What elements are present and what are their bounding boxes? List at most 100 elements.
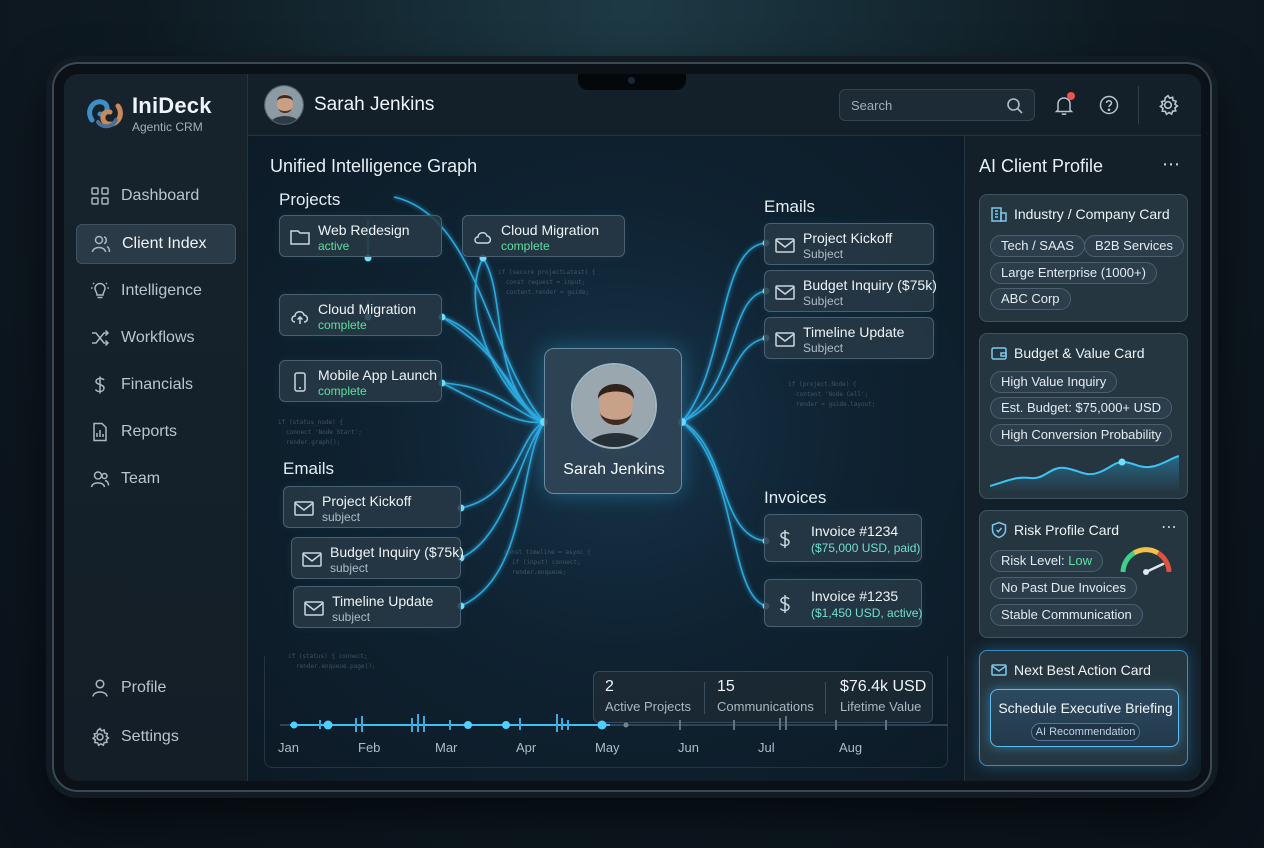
timeline-month: Jul [758,740,775,755]
schedule-briefing-button[interactable]: Schedule Executive Briefing AI Recommend… [990,689,1179,747]
svg-text:connect 'Node Start';: connect 'Node Start'; [286,429,362,436]
sidebar-item-workflows[interactable]: Workflows [76,318,236,358]
client-center-node[interactable]: Sarah Jenkins [544,348,682,494]
project-status: complete [501,239,550,253]
avatar-photo [573,365,655,447]
budget-card[interactable]: Budget & Value Card High Value Inquiry E… [979,333,1188,499]
sidebar-item-label: Intelligence [121,282,202,299]
card-header: Budget & Value Card [990,344,1145,362]
user-icon [92,679,108,697]
invoice-node[interactable]: Invoice #1234 ($75,000 USD, paid) [764,514,922,562]
email-node[interactable]: Budget Inquiry ($75k) subject [291,537,464,579]
invoice-node[interactable]: Invoice #1235 ($1,450 USD, active) [764,579,922,627]
email-node[interactable]: Project Kickoff subject [283,486,461,528]
project-node[interactable]: Mobile App Launch complete [279,360,442,402]
action-label: Schedule Executive Briefing [998,700,1173,716]
sidebar-item-profile[interactable]: Profile [76,668,236,708]
sidebar-item-label: Reports [121,423,178,440]
svg-text:if (project.Node) {: if (project.Node) { [788,381,857,388]
search-input[interactable]: Search [839,89,1035,121]
email-subtitle: Subject [803,247,844,261]
settings-button[interactable] [1157,94,1179,116]
ai-client-profile-panel: AI Client Profile ⋯ Industry / Company C… [964,136,1201,781]
building-icon [991,207,1007,222]
sidebar-item-settings[interactable]: Settings [76,717,236,757]
card-header: Risk Profile Card [990,521,1119,539]
risk-level-label: Risk Level: [1001,553,1069,568]
email-title: Timeline Update [803,324,905,340]
sidebar: IniDeck Agentic CRM Dashboard Client Ind… [64,74,248,781]
avatar[interactable] [264,85,304,125]
activity-timeline[interactable]: Jan Feb Mar Apr May Jun Jul Aug [278,696,948,766]
help-button[interactable] [1098,94,1120,116]
risk-level-value: Low [1068,553,1093,568]
project-status: complete [318,318,367,332]
logo-icon [87,99,123,129]
sidebar-item-label: Client Index [122,235,207,252]
email-node[interactable]: Project Kickoff Subject [764,223,934,265]
invoice-subtitle: ($75,000 USD, paid) [811,541,921,555]
sidebar-item-label: Financials [121,376,194,393]
mail-icon [774,281,796,303]
avatar [571,363,657,449]
sidebar-item-intelligence[interactable]: Intelligence [76,271,236,311]
mobile-icon [289,371,311,393]
svg-text:if (input) connect;: if (input) connect; [512,559,581,566]
emails-right-label: Emails [764,197,816,216]
svg-text:content 'Node Cell';: content 'Node Cell'; [796,391,868,398]
notification-dot [1067,92,1075,100]
app-subtitle: Agentic CRM [132,119,203,134]
sidebar-item-reports[interactable]: Reports [76,412,236,452]
sidebar-item-dashboard[interactable]: Dashboard [76,176,236,216]
avatar-photo [265,86,303,124]
dollar-icon [774,528,796,550]
invoice-title: Invoice #1235 [811,588,899,604]
timeline-month: May [595,740,620,755]
email-subtitle: subject [332,610,371,624]
users-icon [91,235,111,253]
sidebar-item-financials[interactable]: Financials [76,365,236,405]
folder-icon [289,226,311,248]
notifications-button[interactable] [1053,92,1075,116]
project-node[interactable]: Web Redesign active [279,215,442,257]
risk-card[interactable]: Risk Profile Card ⋯ Risk Level: Low No P… [979,510,1188,638]
risk-gauge-icon [1120,547,1172,575]
card-header: Industry / Company Card [990,205,1170,223]
emails-left-label: Emails [283,459,335,478]
sidebar-item-team[interactable]: Team [76,459,236,499]
industry-chip: ABC Corp [990,288,1071,310]
project-node[interactable]: Cloud Migration complete [462,215,625,257]
email-node[interactable]: Timeline Update subject [293,586,461,628]
mail-icon [301,548,323,570]
card-title: Next Best Action Card [1014,662,1151,678]
svg-text:render.graph();: render.graph(); [286,439,340,446]
help-icon [1099,95,1119,115]
card-title: Budget & Value Card [1014,345,1145,361]
email-subtitle: subject [322,510,361,524]
svg-text:const timeline = async {: const timeline = async { [504,549,591,556]
cloud-icon [472,226,494,248]
intelligence-graph: Unified Intelligence Graph if (secure pr… [248,136,964,781]
more-options-button[interactable]: ⋯ [1161,517,1177,537]
project-title: Mobile App Launch [318,367,438,383]
timeline-month: Mar [435,740,458,755]
svg-text:if (status_node) {: if (status_node) { [278,419,343,426]
cloud-upload-icon [289,305,311,327]
industry-chip: Large Enterprise (1000+) [990,262,1157,284]
email-subtitle: Subject [803,294,844,308]
sidebar-item-client-index[interactable]: Client Index [76,224,236,264]
mail-icon [293,497,315,519]
email-node[interactable]: Budget Inquiry ($75k) Subject [764,270,937,312]
industry-card[interactable]: Industry / Company Card Tech / SAAS B2B … [979,194,1188,322]
more-options-button[interactable]: ⋯ [1162,154,1181,175]
email-node[interactable]: Timeline Update Subject [764,317,934,359]
card-header: Next Best Action Card [990,661,1151,679]
mail-icon [774,328,796,350]
app-logo[interactable]: IniDeck Agentic CRM [84,92,212,134]
svg-text:content.render = guide;: content.render = guide; [506,289,589,296]
next-best-action-card[interactable]: Next Best Action Card Schedule Executive… [979,650,1188,766]
project-node[interactable]: Cloud Migration complete [279,294,442,336]
ai-recommendation-badge: AI Recommendation [1031,723,1140,741]
stat-value: 2 [605,678,614,695]
panel-title: AI Client Profile [979,156,1104,176]
